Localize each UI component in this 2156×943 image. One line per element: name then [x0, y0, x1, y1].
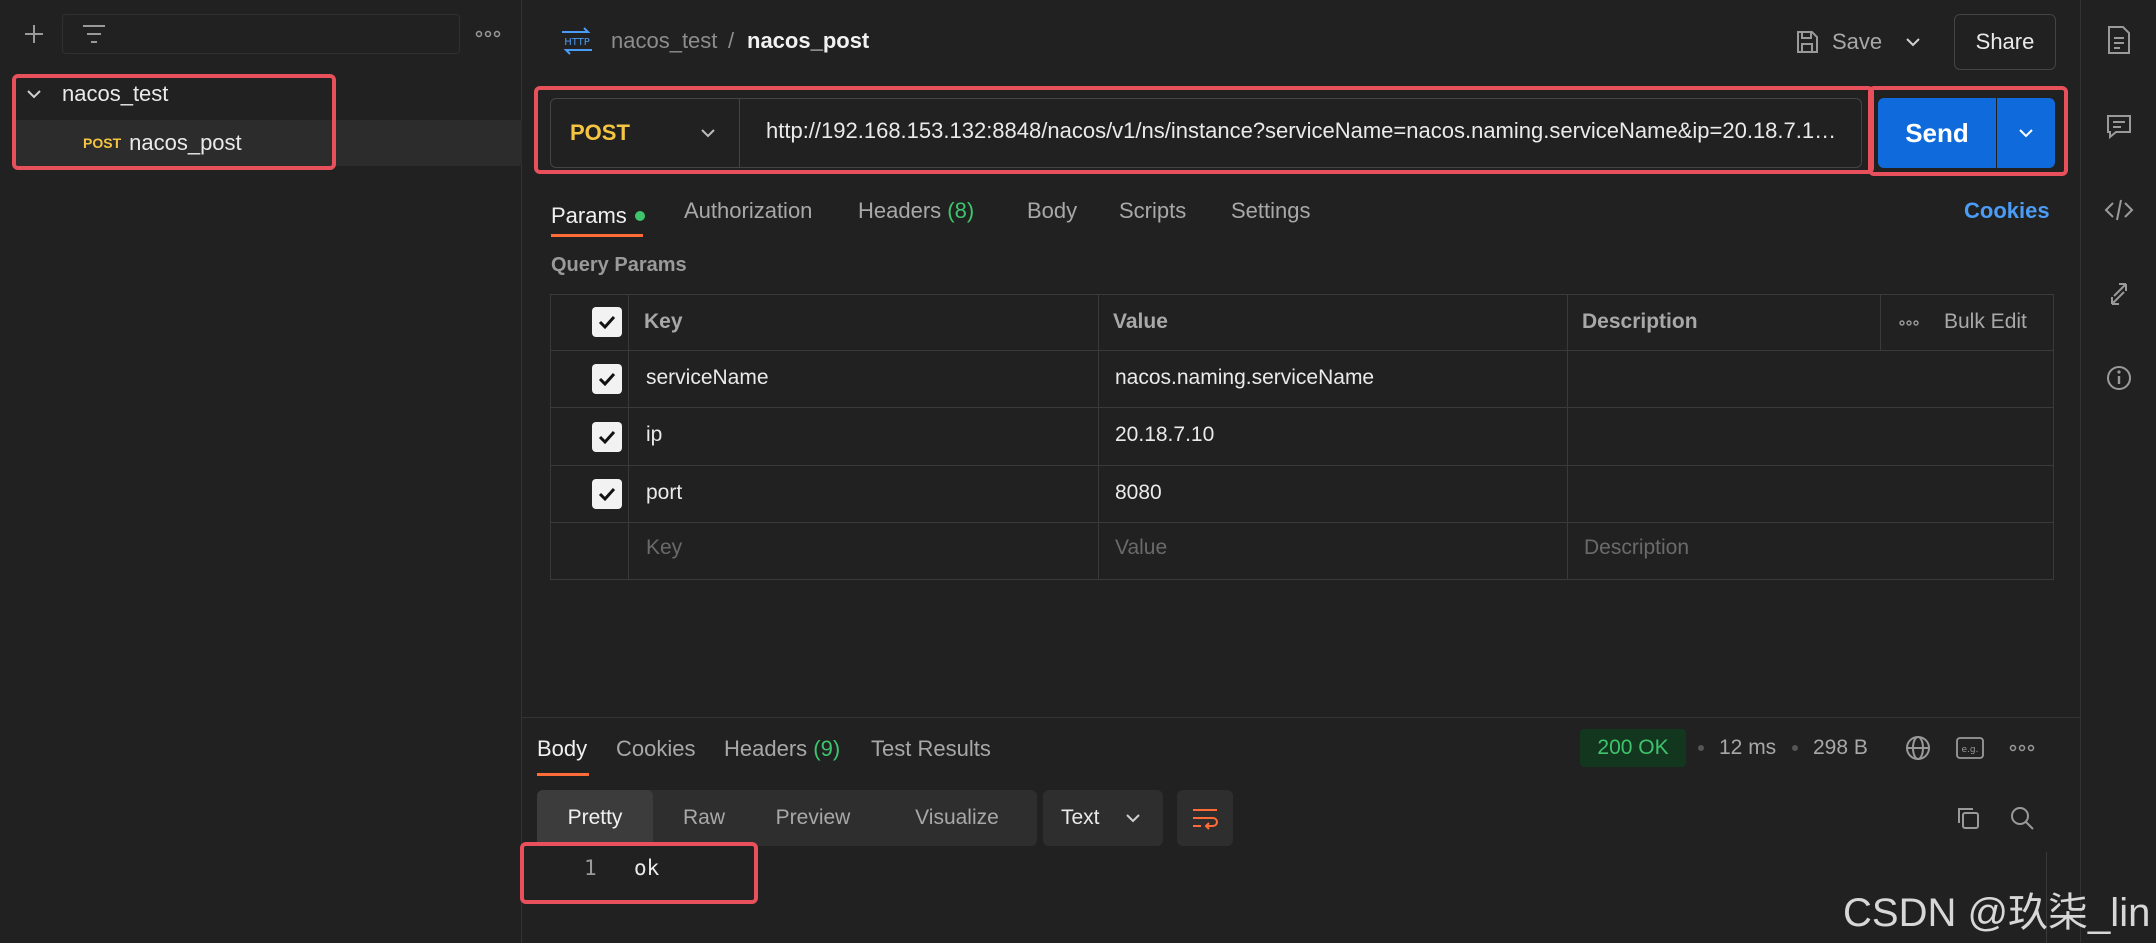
- chevron-down-icon: [27, 90, 41, 99]
- tab-body[interactable]: Body: [1027, 198, 1077, 224]
- request-name: nacos_post: [129, 130, 242, 155]
- add-icon[interactable]: [14, 14, 54, 54]
- globe-icon[interactable]: [1902, 732, 1934, 764]
- search-icon[interactable]: [2006, 802, 2038, 834]
- save-options-chevron-icon[interactable]: [1898, 26, 1928, 58]
- related-requests-icon[interactable]: [2101, 276, 2137, 312]
- share-button[interactable]: Share: [1954, 14, 2056, 70]
- example-icon[interactable]: e.g.: [1954, 733, 1986, 763]
- sidebar-request-item[interactable]: POST nacos_post: [16, 120, 522, 166]
- new-param-value-input[interactable]: Value: [1115, 536, 1167, 560]
- status-dot: [634, 211, 645, 221]
- svg-text:e.g.: e.g.: [1962, 745, 1979, 755]
- param-value[interactable]: 8080: [1115, 481, 1162, 505]
- check-icon: [598, 372, 616, 387]
- page-title[interactable]: nacos_post: [747, 28, 869, 54]
- right-toolbar: [2080, 0, 2156, 943]
- response-body-text[interactable]: ok: [634, 856, 659, 880]
- new-param-description-input[interactable]: Description: [1584, 536, 1689, 560]
- row-checkbox[interactable]: [592, 422, 622, 452]
- copy-icon[interactable]: [1952, 802, 1984, 834]
- new-param-key-input[interactable]: Key: [646, 536, 682, 560]
- filter-icon[interactable]: [74, 16, 114, 52]
- url-input[interactable]: http://192.168.153.132:8848/nacos/v1/ns/…: [766, 118, 1846, 148]
- view-mode-pretty[interactable]: Pretty: [537, 790, 653, 846]
- more-options-icon[interactable]: [466, 14, 510, 54]
- column-header-key: Key: [644, 310, 683, 333]
- response-tab-test-results[interactable]: Test Results: [871, 736, 991, 762]
- breadcrumb-parent[interactable]: nacos_test: [611, 28, 717, 54]
- response-tab-headers[interactable]: Headers (9): [724, 736, 840, 762]
- comments-icon[interactable]: [2101, 108, 2137, 144]
- send-options-chevron-icon[interactable]: [1997, 98, 2055, 168]
- breadcrumb-separator: /: [728, 28, 735, 53]
- tab-authorization[interactable]: Authorization: [684, 198, 812, 224]
- http-icon: HTTP: [558, 26, 596, 56]
- response-divider[interactable]: [522, 717, 2080, 718]
- response-tab-body[interactable]: Body: [537, 736, 587, 762]
- watermark: CSDN @玖柒_lin: [1843, 891, 2151, 935]
- collection-name: nacos_test: [62, 81, 169, 106]
- query-params-title: Query Params: [551, 254, 687, 276]
- collection-item[interactable]: nacos_test: [16, 74, 336, 114]
- response-size[interactable]: 298 B: [1813, 736, 1868, 760]
- response-tab-cookies[interactable]: Cookies: [616, 736, 695, 762]
- wrap-lines-icon[interactable]: [1177, 790, 1233, 846]
- check-icon: [598, 430, 616, 445]
- tab-params[interactable]: Params: [551, 196, 645, 236]
- param-value[interactable]: 20.18.7.10: [1115, 423, 1214, 447]
- save-icon: [1797, 31, 1818, 53]
- tab-scripts[interactable]: Scripts: [1119, 198, 1186, 224]
- tab-settings[interactable]: Settings: [1231, 198, 1311, 224]
- active-tab-indicator: [537, 773, 589, 776]
- status-badge[interactable]: 200 OK: [1580, 729, 1686, 767]
- method-select[interactable]: POST: [550, 98, 740, 168]
- tab-headers[interactable]: Headers (8): [858, 198, 974, 224]
- documentation-icon[interactable]: [2101, 22, 2137, 58]
- view-mode-preview[interactable]: Preview: [754, 790, 872, 846]
- column-header-description: Description: [1582, 310, 1698, 333]
- active-tab-indicator: [551, 234, 643, 237]
- view-mode-visualize[interactable]: Visualize: [882, 790, 1032, 846]
- chevron-down-icon: [1125, 814, 1140, 823]
- more-options-icon[interactable]: [1896, 310, 1922, 336]
- more-options-icon[interactable]: [2006, 733, 2038, 763]
- line-number: 1: [584, 856, 597, 880]
- method-badge: POST: [83, 135, 122, 151]
- info-icon[interactable]: [2101, 360, 2137, 396]
- response-time[interactable]: 12 ms: [1719, 736, 1776, 760]
- params-table: [550, 294, 2054, 580]
- cookies-link[interactable]: Cookies: [1964, 198, 2050, 224]
- bulk-edit-button[interactable]: Bulk Edit: [1944, 310, 2027, 334]
- row-checkbox[interactable]: [592, 364, 622, 394]
- svg-text:HTTP: HTTP: [564, 37, 590, 48]
- param-key[interactable]: serviceName: [646, 366, 769, 390]
- check-icon: [598, 315, 616, 330]
- param-key[interactable]: ip: [646, 423, 662, 447]
- send-button[interactable]: Send: [1878, 98, 1996, 168]
- param-key[interactable]: port: [646, 481, 682, 505]
- sidebar: nacos_test POST nacos_post: [0, 0, 522, 943]
- sidebar-search-input[interactable]: [62, 14, 460, 54]
- view-mode-raw[interactable]: Raw: [662, 790, 746, 846]
- select-all-checkbox[interactable]: [592, 307, 622, 337]
- row-checkbox[interactable]: [592, 479, 622, 509]
- column-header-value: Value: [1113, 310, 1168, 333]
- chevron-down-icon: [701, 129, 715, 138]
- check-icon: [598, 487, 616, 502]
- param-value[interactable]: nacos.naming.serviceName: [1115, 366, 1374, 390]
- code-icon[interactable]: [2101, 192, 2137, 228]
- format-select[interactable]: Text: [1043, 790, 1163, 846]
- request-panel: HTTP nacos_test / nacos_post Save Share …: [520, 0, 2080, 943]
- save-button[interactable]: Save: [1794, 22, 1894, 62]
